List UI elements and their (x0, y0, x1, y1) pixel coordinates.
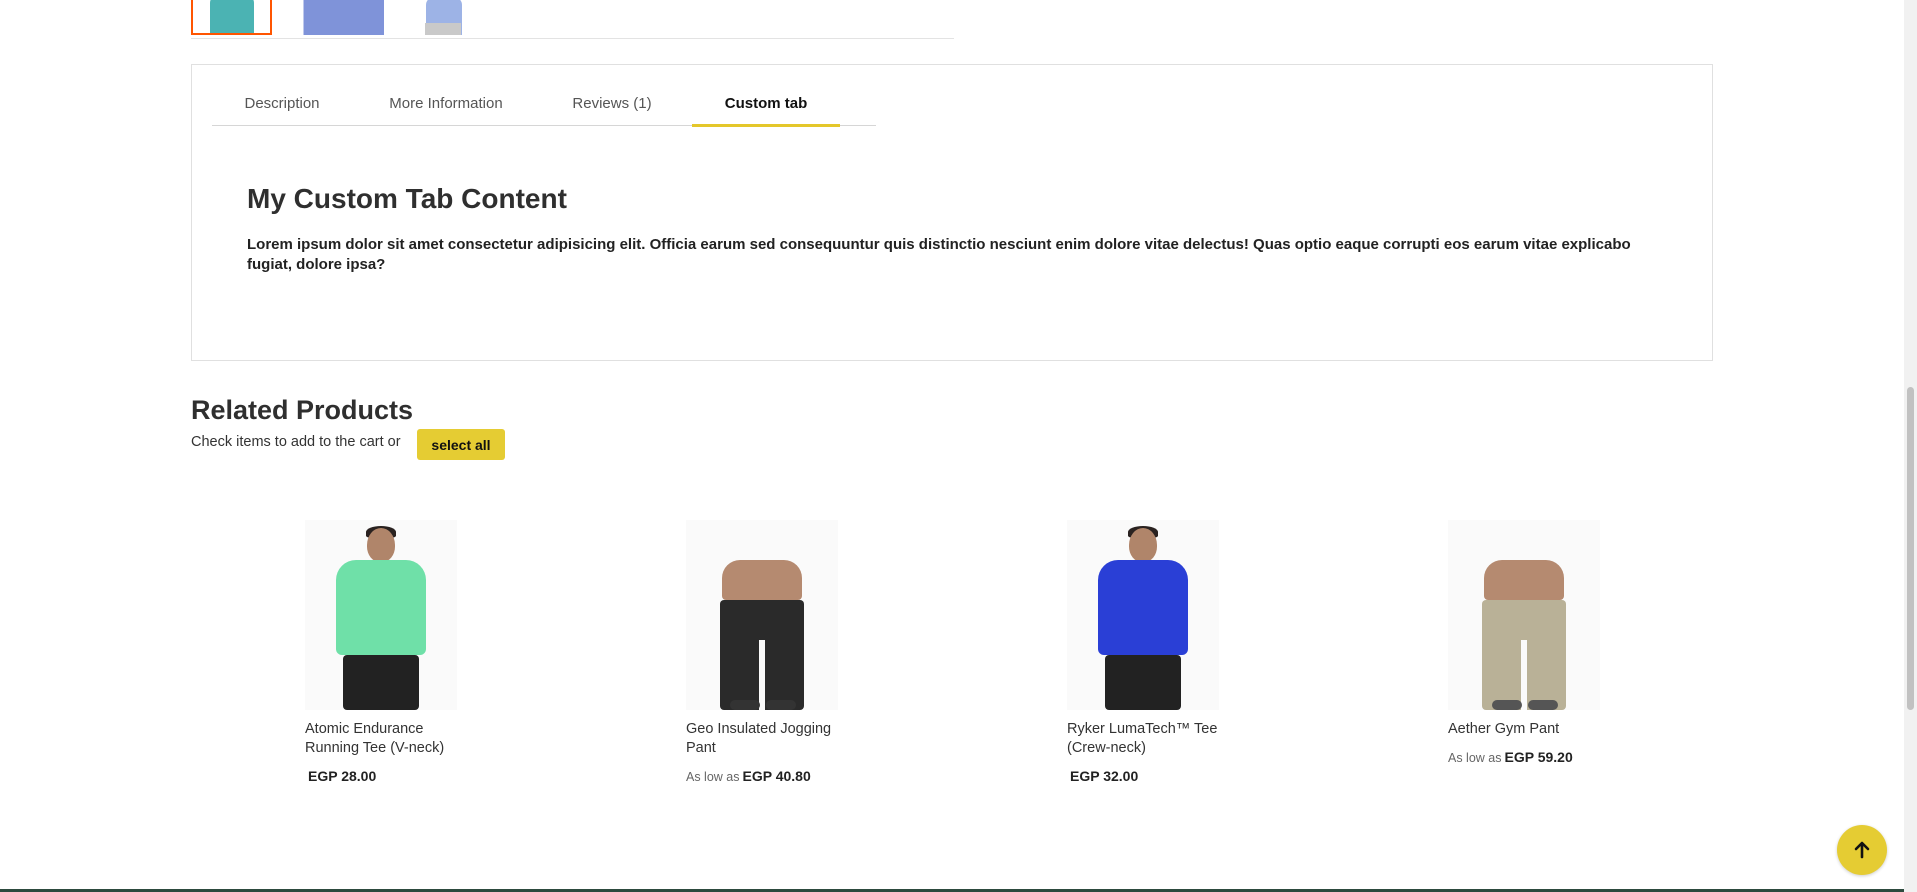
tab-content-text: Lorem ipsum dolor sit amet consectetur a… (247, 236, 1631, 273)
product-name-link[interactable]: Atomic Endurance Running Tee (V-neck) (305, 720, 475, 758)
select-all-button[interactable]: select all (417, 429, 505, 460)
page-scrollbar[interactable] (1904, 0, 1917, 892)
tab-custom[interactable]: Custom tab (692, 65, 840, 127)
product-gallery-thumbnails (191, 0, 954, 39)
product-image[interactable] (1448, 520, 1600, 710)
arrow-up-icon (1854, 841, 1870, 859)
product-card: Aether Gym Pant As low as EGP 59.20 (1448, 520, 1688, 765)
product-card: Ryker LumaTech™ Tee (Crew-neck) EGP 32.0… (1067, 520, 1307, 784)
product-price: As low as EGP 40.80 (686, 768, 926, 784)
product-image[interactable] (305, 520, 457, 710)
price-value: EGP 28.00 (308, 768, 377, 784)
tab-reviews[interactable]: Reviews (1) (552, 65, 672, 125)
tab-content-panel: My Custom Tab Content Lorem ipsum dolor … (247, 183, 1657, 275)
gallery-thumbnail-2[interactable] (303, 0, 384, 35)
product-image[interactable] (686, 520, 838, 710)
gallery-thumbnail-1[interactable] (191, 0, 272, 35)
tab-bar: Description More Information Reviews (1)… (212, 65, 876, 127)
tab-description[interactable]: Description (227, 65, 337, 125)
product-card: Atomic Endurance Running Tee (V-neck) EG… (305, 520, 545, 784)
related-products-title: Related Products (191, 395, 414, 425)
product-image[interactable] (1067, 520, 1219, 710)
product-info-tabs: Description More Information Reviews (1)… (191, 64, 1713, 361)
scrollbar-thumb[interactable] (1907, 387, 1914, 710)
price-prefix: As low as (1448, 751, 1502, 765)
gallery-thumbnail-3[interactable] (403, 0, 484, 35)
tab-more-information[interactable]: More Information (349, 65, 543, 125)
scroll-to-top-button[interactable] (1837, 825, 1887, 875)
price-prefix: As low as (686, 770, 740, 784)
product-price: EGP 28.00 (305, 768, 545, 784)
tab-content-title: My Custom Tab Content (247, 183, 567, 214)
product-card: Geo Insulated Jogging Pant As low as EGP … (686, 520, 926, 784)
price-value: EGP 40.80 (742, 768, 811, 784)
product-price: As low as EGP 59.20 (1448, 749, 1688, 765)
product-name-link[interactable]: Aether Gym Pant (1448, 720, 1618, 739)
product-name-link[interactable]: Ryker LumaTech™ Tee (Crew-neck) (1067, 720, 1237, 758)
product-price: EGP 32.00 (1067, 768, 1307, 784)
price-value: EGP 32.00 (1070, 768, 1139, 784)
product-name-link[interactable]: Geo Insulated Jogging Pant (686, 720, 856, 758)
related-products-note: Check items to add to the cart or (191, 434, 401, 450)
price-value: EGP 59.20 (1504, 749, 1573, 765)
